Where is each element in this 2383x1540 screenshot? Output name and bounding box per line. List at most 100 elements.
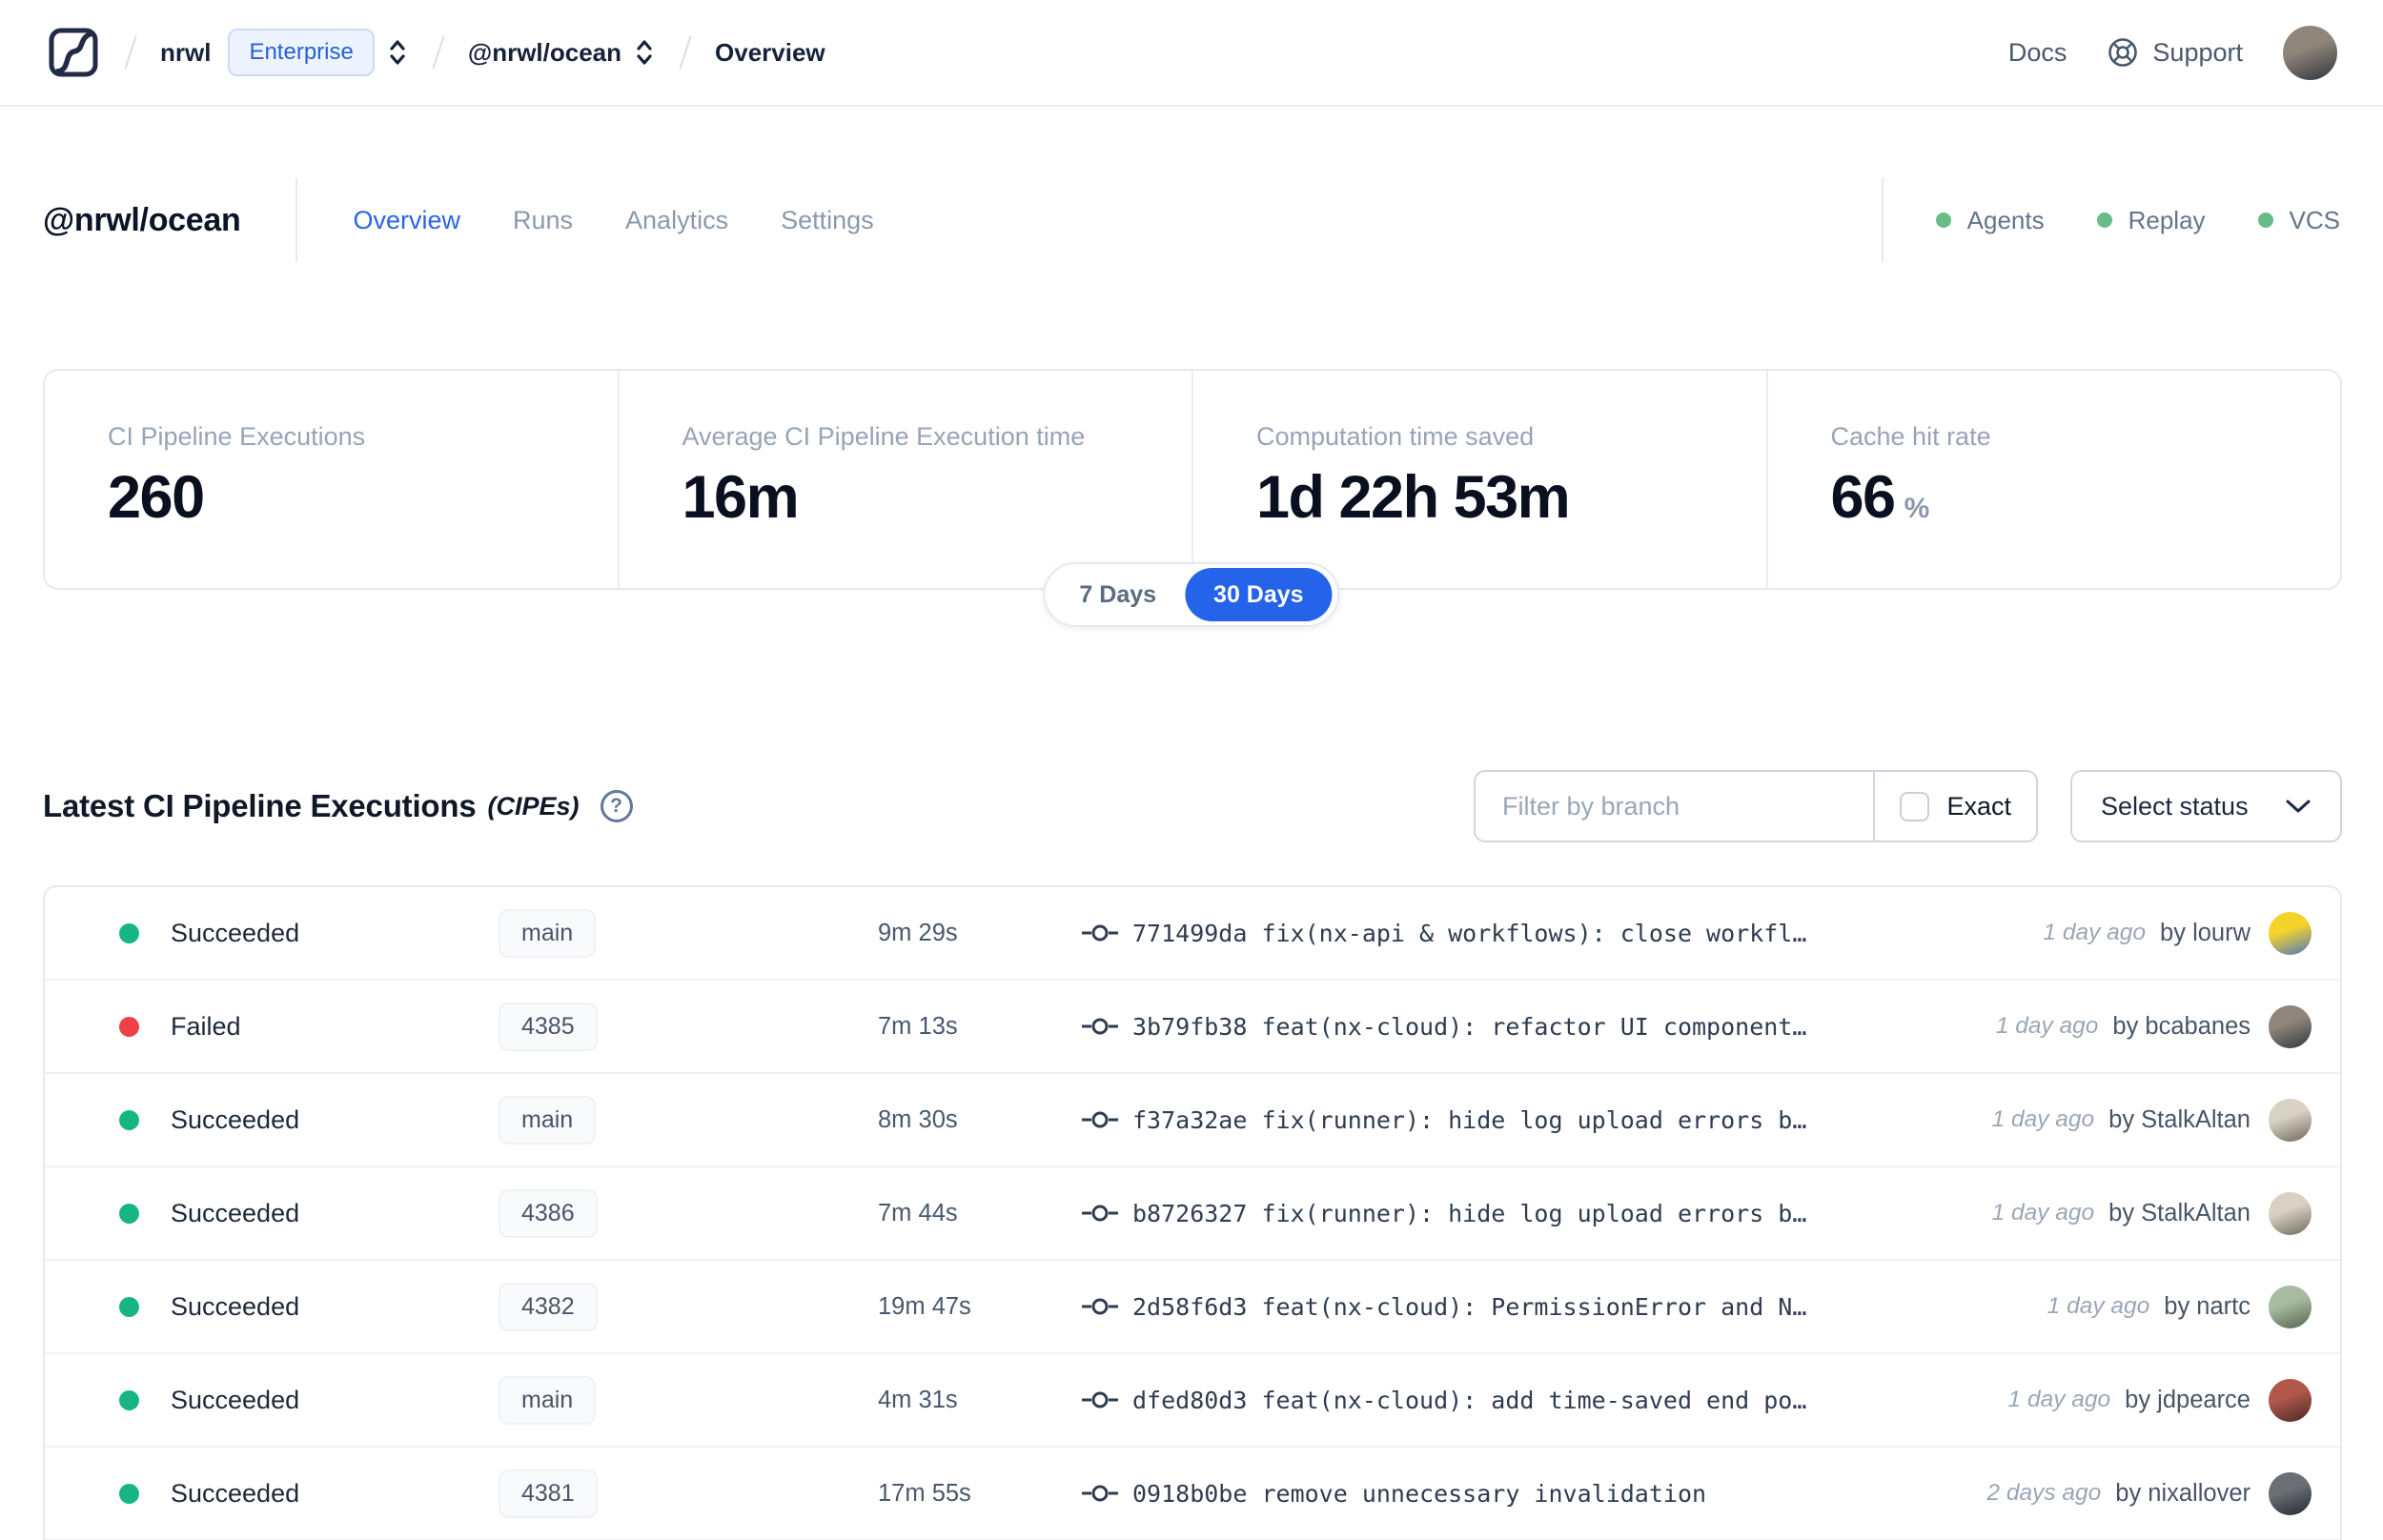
divider bbox=[1881, 178, 1884, 262]
table-row[interactable]: Succeeded 4382 19m 47s 2d58f6d3 feat(nx-… bbox=[45, 1261, 2340, 1354]
nx-cloud-overview-page: nrwl Enterprise @nrwl/ocean Overview Doc… bbox=[0, 0, 2383, 1540]
status-label: Succeeded bbox=[171, 1385, 300, 1414]
divider bbox=[295, 178, 298, 262]
breadcrumb-workspace[interactable]: @nrwl/ocean bbox=[468, 38, 621, 68]
tab-overview[interactable]: Overview bbox=[353, 206, 460, 235]
branch-filter-input[interactable] bbox=[1476, 772, 1874, 841]
support-link[interactable]: Support bbox=[2107, 36, 2243, 69]
table-row[interactable]: Failed 4385 7m 13s 3b79fb38 feat(nx-clou… bbox=[45, 981, 2340, 1074]
breadcrumb-slash bbox=[679, 35, 692, 70]
commit-message[interactable]: 0918b0be remove unnecessary invalidation bbox=[1132, 1480, 1706, 1508]
org-selector-icon[interactable] bbox=[386, 37, 409, 68]
author-avatar bbox=[2269, 1191, 2312, 1235]
tab-analytics[interactable]: Analytics bbox=[625, 206, 728, 235]
author-avatar bbox=[2269, 911, 2312, 955]
status-dot-icon bbox=[2096, 213, 2112, 228]
select-status-dropdown[interactable]: Select status bbox=[2070, 770, 2342, 842]
author-avatar bbox=[2269, 1004, 2312, 1048]
table-row[interactable]: Succeeded 4386 7m 44s b8726327 fix(runne… bbox=[45, 1167, 2340, 1261]
status-label: Failed bbox=[171, 1011, 241, 1041]
breadcrumb-org[interactable]: nrwl bbox=[160, 38, 211, 68]
exact-label: Exact bbox=[1946, 791, 2011, 821]
branch-badge[interactable]: 4385 bbox=[499, 1002, 598, 1051]
date-range-toggle: 7 Days 30 Days bbox=[1043, 562, 1340, 627]
status-replay[interactable]: Replay bbox=[2096, 206, 2206, 235]
branch-badge[interactable]: main bbox=[499, 1375, 597, 1425]
cipe-table: Succeeded main 9m 29s 771499da fix(nx-ap… bbox=[43, 885, 2342, 1540]
commit-author: by lourw bbox=[2160, 919, 2251, 946]
commit-author: by bcabanes bbox=[2112, 1012, 2251, 1040]
range-30-days-button[interactable]: 30 Days bbox=[1185, 568, 1333, 621]
commit-message[interactable]: b8726327 fix(runner): hide log upload er… bbox=[1132, 1200, 1806, 1227]
relative-time: 1 day ago bbox=[2047, 1293, 2150, 1319]
status-dot-icon bbox=[119, 1483, 139, 1504]
section-title: Latest CI Pipeline Executions bbox=[43, 788, 477, 823]
stats-summary-card: CI Pipeline Executions 260 Average CI Pi… bbox=[43, 369, 2342, 590]
cipe-section-header: Latest CI Pipeline Executions (CIPEs) ? … bbox=[43, 768, 2342, 844]
duration: 9m 29s bbox=[878, 919, 958, 946]
duration: 4m 31s bbox=[878, 1386, 958, 1413]
branch-filter-group: Exact bbox=[1474, 770, 2038, 842]
tab-settings[interactable]: Settings bbox=[781, 206, 874, 235]
table-row[interactable]: Succeeded main 9m 29s 771499da fix(nx-ap… bbox=[45, 887, 2340, 981]
status-agents[interactable]: Agents bbox=[1935, 206, 2045, 235]
author-avatar bbox=[2269, 1471, 2312, 1515]
commit-author: by jdpearce bbox=[2125, 1386, 2251, 1413]
status-dot-icon bbox=[119, 1296, 139, 1317]
status-label: Succeeded bbox=[171, 918, 300, 947]
percent-suffix: % bbox=[1904, 493, 1930, 524]
workspace-status-indicators: Agents Replay VCS bbox=[1826, 178, 2340, 262]
status-dot-icon bbox=[119, 1109, 139, 1130]
branch-badge[interactable]: 4382 bbox=[499, 1282, 598, 1331]
stat-cache-hit-rate: Cache hit rate 66% bbox=[1765, 371, 2341, 588]
status-dot-icon bbox=[119, 922, 139, 943]
git-commit-icon bbox=[1082, 1018, 1118, 1035]
git-commit-icon bbox=[1082, 1205, 1118, 1222]
top-navbar: nrwl Enterprise @nrwl/ocean Overview Doc… bbox=[0, 0, 2383, 107]
breadcrumb-slash bbox=[432, 35, 445, 70]
status-dot-icon bbox=[119, 1016, 139, 1037]
commit-author: by StalkAltan bbox=[2108, 1105, 2251, 1133]
workspace-selector-icon[interactable] bbox=[633, 37, 656, 68]
git-commit-icon bbox=[1082, 1298, 1118, 1315]
duration: 8m 30s bbox=[878, 1105, 958, 1133]
commit-author: by nartc bbox=[2164, 1292, 2251, 1320]
stat-average-execution-time: Average CI Pipeline Execution time 16m bbox=[617, 371, 1192, 588]
relative-time: 2 days ago bbox=[1986, 1480, 2102, 1506]
branch-badge[interactable]: 4381 bbox=[499, 1469, 598, 1518]
status-dot-icon bbox=[2257, 213, 2273, 228]
stat-ci-pipeline-executions: CI Pipeline Executions 260 bbox=[108, 422, 366, 531]
status-dot-icon bbox=[1935, 213, 1951, 228]
commit-message[interactable]: dfed80d3 feat(nx-cloud): add time-saved … bbox=[1132, 1387, 1806, 1414]
help-icon[interactable]: ? bbox=[600, 790, 633, 822]
status-vcs[interactable]: VCS bbox=[2257, 206, 2340, 235]
table-row[interactable]: Succeeded 4381 17m 55s 0918b0be remove u… bbox=[45, 1448, 2340, 1540]
status-label: Succeeded bbox=[171, 1478, 300, 1508]
lifebuoy-icon bbox=[2108, 38, 2138, 67]
status-label: Succeeded bbox=[171, 1104, 300, 1134]
tab-runs[interactable]: Runs bbox=[513, 206, 573, 235]
relative-time: 1 day ago bbox=[1995, 1013, 2099, 1039]
branch-badge[interactable]: main bbox=[499, 1095, 597, 1145]
relative-time: 1 day ago bbox=[1991, 1200, 2095, 1226]
table-row[interactable]: Succeeded main 4m 31s dfed80d3 feat(nx-c… bbox=[45, 1354, 2340, 1448]
branch-badge[interactable]: 4386 bbox=[499, 1188, 598, 1238]
exact-checkbox[interactable] bbox=[1900, 791, 1930, 821]
commit-message[interactable]: 3b79fb38 feat(nx-cloud): refactor UI com… bbox=[1132, 1013, 1806, 1041]
exact-match-toggle: Exact bbox=[1875, 772, 2036, 841]
chevron-down-icon bbox=[2286, 800, 2311, 813]
commit-message[interactable]: 2d58f6d3 feat(nx-cloud): PermissionError… bbox=[1132, 1293, 1806, 1321]
commit-message[interactable]: f37a32ae fix(runner): hide log upload er… bbox=[1132, 1106, 1806, 1134]
table-row[interactable]: Succeeded main 8m 30s f37a32ae fix(runne… bbox=[45, 1074, 2340, 1167]
workspace-header: @nrwl/ocean Overview Runs Analytics Sett… bbox=[43, 177, 2340, 263]
breadcrumb-page: Overview bbox=[715, 37, 825, 67]
section-subtitle: (CIPEs) bbox=[487, 791, 580, 821]
stat-computation-time-saved: Computation time saved 1d 22h 53m bbox=[1192, 371, 1766, 588]
user-avatar[interactable] bbox=[2283, 25, 2337, 80]
docs-link[interactable]: Docs bbox=[2008, 38, 2067, 68]
commit-message[interactable]: 771499da fix(nx-api & workflows): close … bbox=[1132, 920, 1806, 947]
author-avatar bbox=[2269, 1285, 2312, 1328]
branch-badge[interactable]: main bbox=[499, 908, 597, 958]
nx-cloud-logo-icon[interactable] bbox=[46, 25, 101, 80]
range-7-days-button[interactable]: 7 Days bbox=[1050, 581, 1185, 609]
